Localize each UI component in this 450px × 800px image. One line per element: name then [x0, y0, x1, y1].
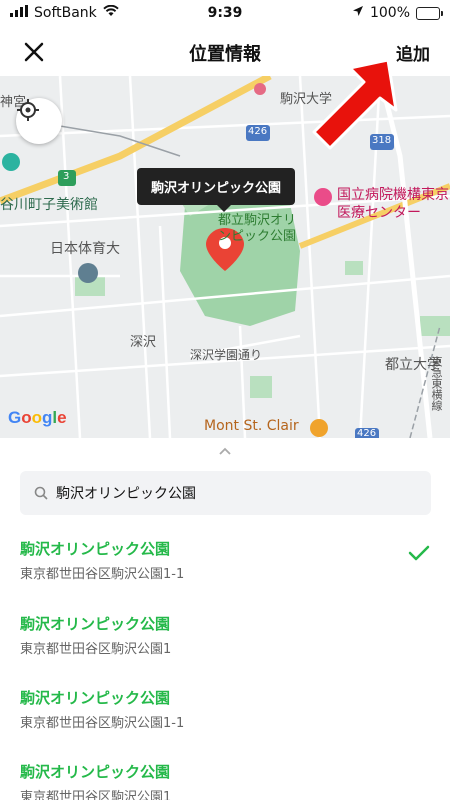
status-bar: SoftBank 9:39 100% [0, 0, 450, 28]
route-426-top: 426 [248, 126, 268, 137]
search-icon [34, 486, 48, 500]
map-label-hospital: 国立病院機構東京医療センター [337, 187, 449, 221]
result-name: 駒沢オリンピック公園 [20, 540, 171, 558]
search-value: 駒沢オリンピック公園 [56, 486, 196, 502]
result-name: 駒沢オリンピック公園 [20, 615, 171, 633]
result-address: 東京都世田谷区駒沢公園1-1 [20, 567, 185, 582]
crosshair-icon [17, 99, 39, 121]
map-label-fukasawa: 深沢 [130, 335, 157, 350]
map-label-park: 都立駒沢オリンピック公園 [218, 213, 297, 244]
list-item[interactable]: 駒沢オリンピック公園 東京都世田谷区駒沢公園1-1 [0, 530, 450, 602]
route-426-bottom: 426 [357, 428, 377, 438]
list-item[interactable]: 駒沢オリンピック公園 東京都世田谷区駒沢公園1 [0, 753, 450, 800]
map-label-mont-st-clair: Mont St. Clair [204, 418, 299, 434]
list-item[interactable]: 駒沢オリンピック公園 東京都世田谷区駒沢公園1-1 [0, 679, 450, 751]
battery-percent: 100% [369, 5, 410, 21]
result-address: 東京都世田谷区駒沢公園1 [20, 642, 172, 657]
sheet-handle[interactable] [0, 443, 450, 459]
location-arrow-icon [352, 5, 364, 21]
result-address: 東京都世田谷区駒沢公園1-1 [20, 716, 185, 731]
result-name: 駒沢オリンピック公園 [20, 763, 171, 781]
map-label-tokyu-line: 東急東横線 [430, 356, 443, 411]
map-label-fukasawa-street: 深沢学園通り [190, 348, 263, 362]
annotation-arrow-icon [312, 58, 398, 150]
search-input[interactable]: 駒沢オリンピック公園 [20, 471, 431, 515]
map-label-sports-univ: 日本体育大 [50, 241, 120, 257]
route-3: 3 [63, 171, 70, 182]
status-right: 100% [352, 5, 443, 21]
map-pin-tooltip: 駒沢オリンピック公園 [137, 168, 296, 212]
my-location-button[interactable] [16, 98, 62, 144]
map-label-gallery: 谷川町子美術館 [0, 197, 98, 213]
result-name: 駒沢オリンピック公園 [20, 689, 171, 707]
result-address: 東京都世田谷区駒沢公園1 [20, 790, 172, 800]
battery-icon [416, 6, 443, 20]
checkmark-icon [408, 545, 430, 561]
chevron-up-icon [219, 447, 231, 455]
google-logo: Google [8, 408, 67, 427]
list-item[interactable]: 駒沢オリンピック公園 東京都世田谷区駒沢公園1 [0, 605, 450, 677]
